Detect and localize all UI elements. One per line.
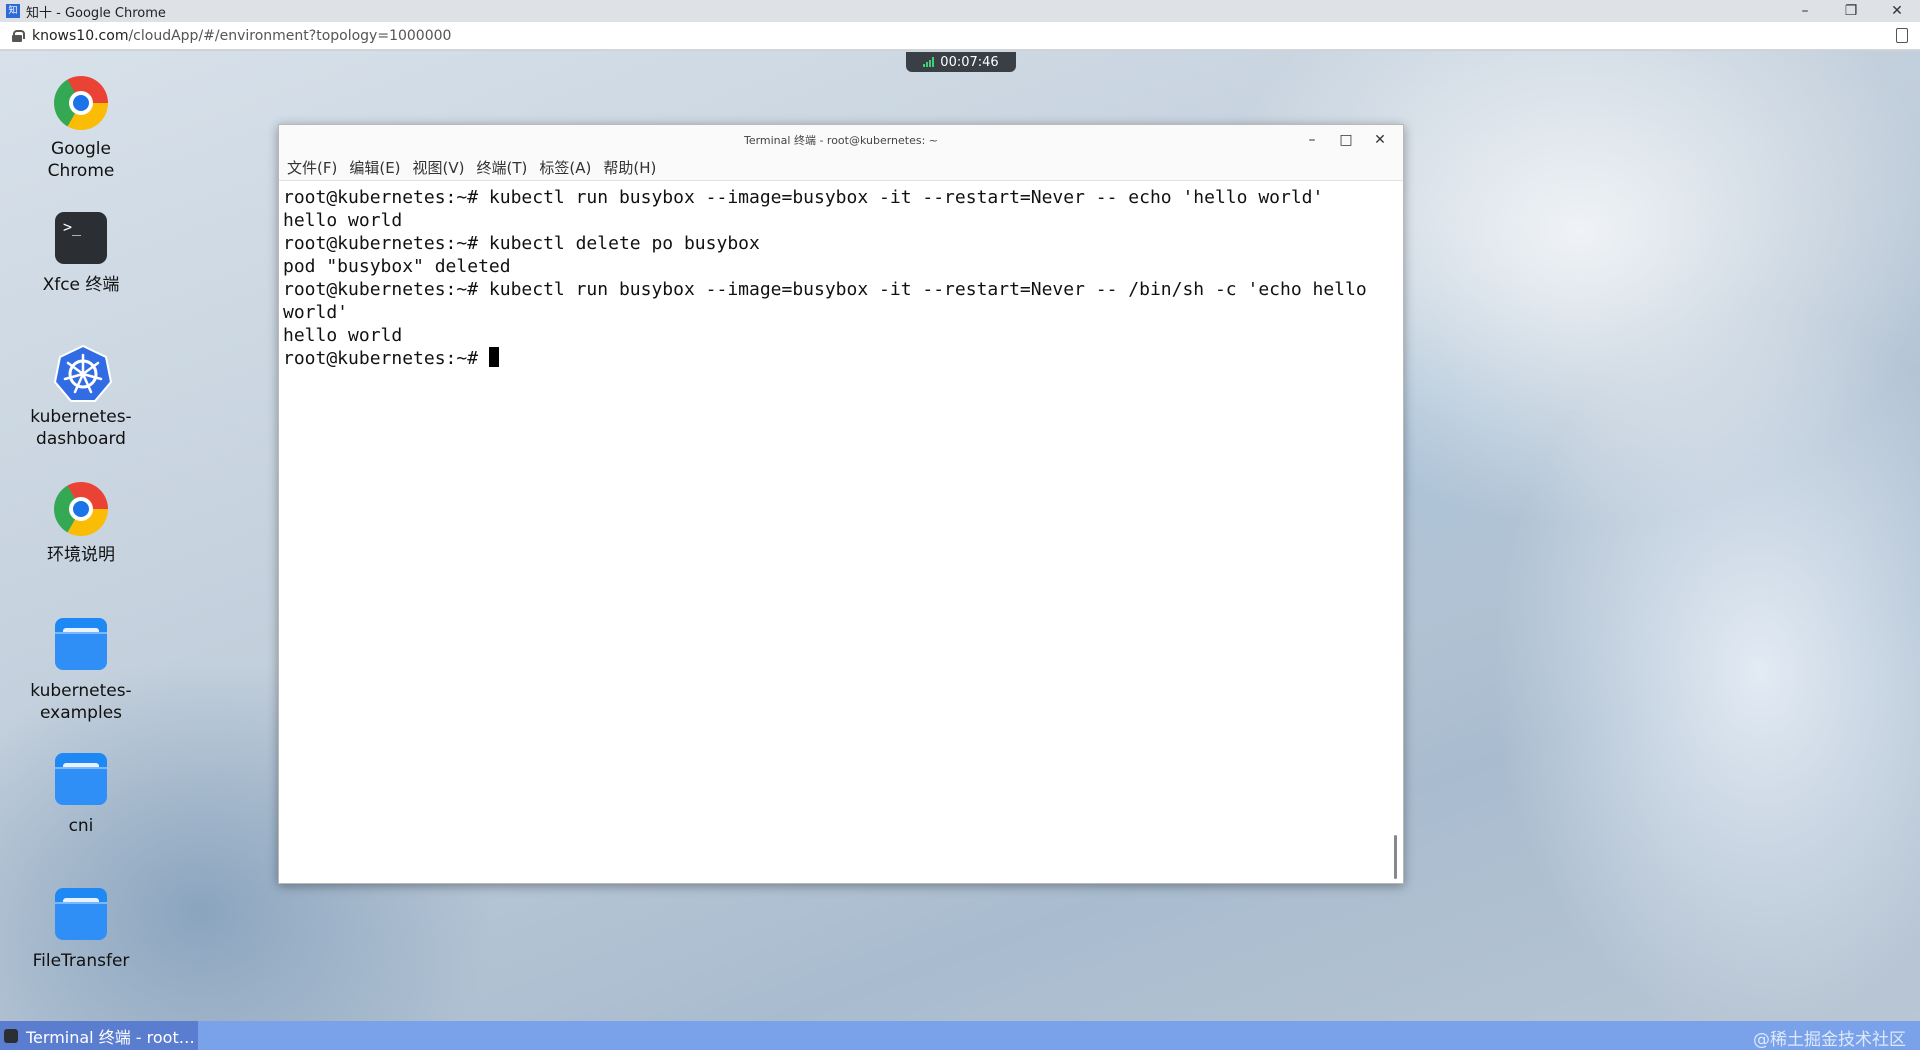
- desktop-icon-label-line1: kubernetes-: [30, 407, 132, 427]
- terminal-prompt-line[interactable]: root@kubernetes:~#: [283, 347, 1385, 370]
- desktop-icon-cni[interactable]: cni: [16, 753, 146, 837]
- terminal-line: hello world: [283, 325, 403, 346]
- terminal-line: root@kubernetes:~# kubectl run busybox -…: [283, 279, 1378, 323]
- terminal-minimize-button[interactable]: –: [1299, 129, 1325, 151]
- terminal-line: root@kubernetes:~# kubectl run busybox -…: [283, 187, 1324, 208]
- folder-icon: [55, 618, 107, 670]
- terminal-prompt: root@kubernetes:~#: [283, 348, 489, 369]
- folder-icon: [55, 888, 107, 940]
- taskbar-item-label: Terminal 终端 - root…: [26, 1027, 195, 1047]
- desktop-icon-label: cni: [68, 816, 94, 836]
- lock-icon[interactable]: [12, 29, 25, 42]
- menu-edit[interactable]: 编辑(E): [349, 157, 400, 178]
- text-cursor: [488, 347, 499, 367]
- desktop-icon-label: 环境说明: [47, 545, 115, 565]
- desktop-icon-label: FileTransfer: [32, 951, 130, 971]
- signal-icon: [923, 57, 935, 67]
- desktop-icon-label: Xfce 终端: [42, 275, 120, 295]
- browser-restore-button[interactable]: ❐: [1828, 0, 1874, 22]
- desktop-icon-kubernetes-dashboard[interactable]: kubernetes- dashboard: [16, 344, 146, 450]
- browser-window-controls: – ❐ ✕: [1782, 0, 1920, 22]
- desktop-icon-google-chrome[interactable]: Google Chrome: [16, 76, 146, 182]
- site-favicon-icon: 知: [6, 4, 20, 18]
- session-timer: 00:07:46: [906, 52, 1016, 72]
- taskbar-item-terminal[interactable]: Terminal 终端 - root…: [0, 1021, 198, 1050]
- terminal-output[interactable]: root@kubernetes:~# kubectl run busybox -…: [279, 182, 1389, 882]
- desktop-icon-label-line2: examples: [39, 703, 123, 723]
- terminal-menubar: 文件(F) 编辑(E) 视图(V) 终端(T) 标签(A) 帮助(H): [279, 155, 1403, 181]
- terminal-title: Terminal 终端 - root@kubernetes: ~: [743, 134, 939, 147]
- desktop-icon-kubernetes-examples[interactable]: kubernetes- examples: [16, 618, 146, 724]
- desktop-icon-label-line1: kubernetes-: [30, 681, 132, 701]
- terminal-titlebar[interactable]: Terminal 终端 - root@kubernetes: ~ – □ ✕: [279, 125, 1403, 155]
- terminal-scrollbar[interactable]: [1394, 835, 1397, 879]
- desktop-icon-environment-guide[interactable]: 环境说明: [16, 482, 146, 566]
- menu-file[interactable]: 文件(F): [287, 157, 337, 178]
- desktop-icon-filetransfer[interactable]: FileTransfer: [16, 888, 146, 972]
- terminal-icon: [4, 1028, 18, 1043]
- terminal-line: hello world: [283, 210, 403, 231]
- terminal-window[interactable]: Terminal 终端 - root@kubernetes: ~ – □ ✕ 文…: [278, 124, 1404, 884]
- folder-icon: [55, 753, 107, 805]
- watermark-text: @稀土掘金技术社区: [1753, 1030, 1906, 1050]
- desktop-icon-label-line2: dashboard: [36, 429, 126, 449]
- desktop-icon-xfce-terminal[interactable]: >_ Xfce 终端: [16, 212, 146, 296]
- menu-view[interactable]: 视图(V): [413, 157, 465, 178]
- terminal-window-controls: – □ ✕: [1299, 129, 1393, 151]
- menu-terminal[interactable]: 终端(T): [477, 157, 528, 178]
- clipboard-icon[interactable]: [1896, 28, 1908, 43]
- menu-help[interactable]: 帮助(H): [603, 157, 656, 178]
- taskbar: Terminal 终端 - root… @稀土掘金技术社区: [0, 1021, 1920, 1050]
- browser-window-title: 知十 - Google Chrome: [26, 5, 166, 21]
- terminal-maximize-button[interactable]: □: [1333, 129, 1359, 151]
- terminal-line: root@kubernetes:~# kubectl delete po bus…: [283, 233, 760, 254]
- browser-minimize-button[interactable]: –: [1782, 0, 1828, 22]
- menu-tabs[interactable]: 标签(A): [539, 157, 591, 178]
- kubernetes-icon: [53, 344, 113, 402]
- url-domain[interactable]: knows10.com: [32, 28, 128, 44]
- browser-titlebar: 知 知十 - Google Chrome – ❐ ✕: [0, 0, 1920, 22]
- terminal-icon: >_: [55, 212, 107, 264]
- terminal-close-button[interactable]: ✕: [1367, 129, 1393, 151]
- desktop-icon-label: Google Chrome: [47, 139, 115, 181]
- url-path[interactable]: /cloudApp/#/environment?topology=1000000: [128, 28, 451, 44]
- browser-close-button[interactable]: ✕: [1874, 0, 1920, 22]
- timer-value: 00:07:46: [940, 54, 999, 70]
- terminal-line: pod "busybox" deleted: [283, 256, 511, 277]
- chrome-icon: [54, 482, 108, 536]
- address-bar[interactable]: knows10.com/cloudApp/#/environment?topol…: [0, 22, 1920, 50]
- chrome-icon: [54, 76, 108, 130]
